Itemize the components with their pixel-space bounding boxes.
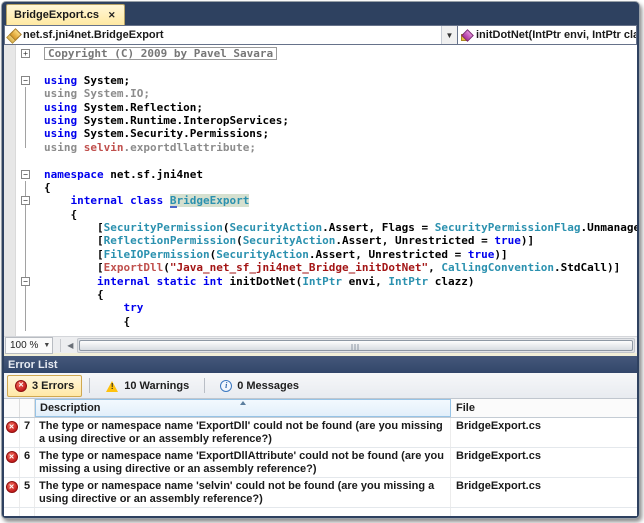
editor-bottom-bar: 100 % ▼ ◀ bbox=[4, 336, 637, 353]
error-file: BridgeExport.cs bbox=[451, 418, 637, 447]
errors-filter-label: 3 Errors bbox=[32, 380, 74, 392]
fold-toggle-icon[interactable]: − bbox=[21, 76, 30, 85]
description-column-label: Description bbox=[40, 402, 101, 414]
warnings-filter-button[interactable]: ! 10 Warnings bbox=[97, 375, 197, 397]
error-number: 6 bbox=[20, 448, 35, 477]
code-line: [ExportDll("Java_net_sf_jni4net_Bridge_i… bbox=[44, 261, 637, 274]
number-column-header[interactable] bbox=[20, 399, 35, 417]
code-line: namespace net.sf.jni4net bbox=[44, 168, 637, 181]
error-list-title-bar: Error List bbox=[4, 356, 637, 373]
fold-toggle-icon[interactable]: − bbox=[21, 277, 30, 286]
error-file: BridgeExport.cs bbox=[451, 448, 637, 477]
code-line: using System; bbox=[44, 74, 637, 87]
outline-connector bbox=[25, 87, 26, 148]
messages-filter-label: 0 Messages bbox=[237, 380, 299, 392]
code-line: using System.Runtime.InteropServices; bbox=[44, 114, 637, 127]
member-dropdown-value: initDotNet(IntPtr envi, IntPtr clazz) bbox=[476, 29, 636, 41]
error-description: The type or namespace name 'ExportDllAtt… bbox=[35, 448, 451, 477]
error-icon: ✕ bbox=[6, 481, 18, 493]
code-line bbox=[44, 154, 637, 167]
horizontal-scrollbar[interactable] bbox=[77, 338, 635, 353]
zoom-value: 100 % bbox=[10, 340, 38, 351]
code-line: [FileIOPermission(SecurityAction.Assert,… bbox=[44, 248, 637, 261]
code-line: { bbox=[44, 315, 637, 328]
member-dropdown[interactable]: initDotNet(IntPtr envi, IntPtr clazz) bbox=[457, 26, 636, 44]
code-line: [SecurityPermission(SecurityAction.Asser… bbox=[44, 221, 637, 234]
error-number: 5 bbox=[20, 478, 35, 507]
code-editor[interactable]: + − − − − Copyright (C) 2009 by Pavel Savara… bbox=[4, 45, 637, 336]
code-line: { bbox=[44, 208, 637, 221]
scrollbar-thumb[interactable] bbox=[79, 340, 633, 351]
ide-window: BridgeExport.cs ✕ net.sf.jni4net.BridgeE… bbox=[1, 1, 640, 519]
warning-icon: ! bbox=[105, 380, 119, 392]
info-icon: i bbox=[220, 380, 232, 392]
indicator-margin bbox=[4, 45, 16, 336]
code-line: internal static int initDotNet(IntPtr en… bbox=[44, 275, 637, 288]
method-icon bbox=[461, 30, 472, 41]
code-line: using selvin.exportdllattribute; bbox=[44, 141, 637, 154]
error-row[interactable]: ✕5The type or namespace name 'selvin' co… bbox=[4, 478, 637, 508]
error-list-toolbar: ✕ 3 Errors ! 10 Warnings i 0 Messages bbox=[4, 373, 637, 399]
error-icon: ✕ bbox=[15, 380, 27, 392]
code-line: [ReflectionPermission(SecurityAction.Ass… bbox=[44, 234, 637, 247]
fold-toggle-icon[interactable]: + bbox=[21, 49, 30, 58]
warnings-filter-label: 10 Warnings bbox=[124, 380, 189, 392]
code-line: { bbox=[44, 181, 637, 194]
type-dropdown-value: net.sf.jni4net.BridgeExport bbox=[23, 29, 164, 41]
messages-filter-button[interactable]: i 0 Messages bbox=[212, 375, 307, 397]
scroll-left-icon[interactable]: ◀ bbox=[63, 341, 77, 350]
outline-gutter: + − − − − bbox=[21, 47, 32, 336]
fold-toggle-icon[interactable]: − bbox=[21, 170, 30, 179]
errors-filter-button[interactable]: ✕ 3 Errors bbox=[7, 375, 82, 397]
error-list-title: Error List bbox=[8, 359, 58, 371]
severity-column-header[interactable] bbox=[4, 399, 20, 417]
chevron-down-icon: ▼ bbox=[43, 342, 50, 349]
navigation-bar: net.sf.jni4net.BridgeExport ▼ initDotNet… bbox=[4, 25, 637, 45]
code-lines: Copyright (C) 2009 by Pavel Savara using … bbox=[44, 47, 637, 328]
fold-toggle-icon[interactable]: − bbox=[21, 196, 30, 205]
splitter-handle[interactable] bbox=[53, 339, 61, 352]
file-column-label: File bbox=[456, 402, 475, 414]
code-line: { bbox=[44, 288, 637, 301]
code-line: Copyright (C) 2009 by Pavel Savara bbox=[44, 47, 637, 60]
code-line bbox=[44, 60, 637, 73]
error-icon: ✕ bbox=[6, 451, 18, 463]
description-column-header[interactable]: Description bbox=[35, 399, 451, 417]
close-icon[interactable]: ✕ bbox=[108, 11, 116, 20]
tab-title: BridgeExport.cs bbox=[14, 9, 99, 21]
code-line: using System.IO; bbox=[44, 87, 637, 100]
error-list-empty-row bbox=[4, 508, 637, 516]
error-file: BridgeExport.cs bbox=[451, 478, 637, 507]
error-list-header: Description File bbox=[4, 399, 637, 418]
sort-ascending-icon bbox=[240, 401, 246, 405]
class-icon bbox=[8, 30, 19, 41]
error-number: 7 bbox=[20, 418, 35, 447]
scrollbar-grip-icon bbox=[352, 344, 361, 351]
toolbar-separator bbox=[204, 378, 205, 393]
error-rows: ✕7The type or namespace name 'ExportDll'… bbox=[4, 418, 637, 508]
code-line: try bbox=[44, 301, 637, 314]
error-icon: ✕ bbox=[6, 421, 18, 433]
error-description: The type or namespace name 'selvin' coul… bbox=[35, 478, 451, 507]
chevron-down-icon[interactable]: ▼ bbox=[441, 26, 457, 44]
code-line: using System.Security.Permissions; bbox=[44, 127, 637, 140]
code-line: using System.Reflection; bbox=[44, 101, 637, 114]
document-tab-bar: BridgeExport.cs ✕ bbox=[4, 2, 637, 25]
toolbar-separator bbox=[89, 378, 90, 393]
error-description: The type or namespace name 'ExportDll' c… bbox=[35, 418, 451, 447]
error-row[interactable]: ✕6The type or namespace name 'ExportDllA… bbox=[4, 448, 637, 478]
zoom-selector[interactable]: 100 % ▼ bbox=[5, 337, 53, 354]
type-dropdown[interactable]: net.sf.jni4net.BridgeExport ▼ bbox=[5, 26, 457, 44]
code-line: internal class BridgeExport bbox=[44, 194, 637, 207]
file-column-header[interactable]: File bbox=[451, 399, 637, 417]
tab-bridgeexport[interactable]: BridgeExport.cs ✕ bbox=[6, 4, 125, 25]
error-row[interactable]: ✕7The type or namespace name 'ExportDll'… bbox=[4, 418, 637, 448]
